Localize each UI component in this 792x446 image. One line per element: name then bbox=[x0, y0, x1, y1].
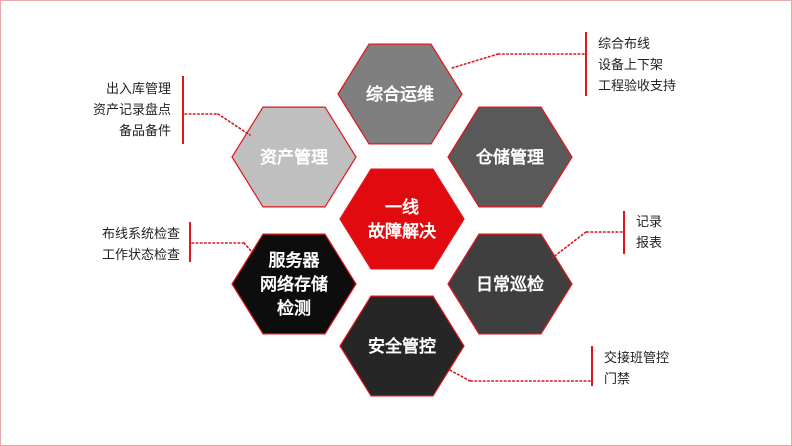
hexagon-security: 安全管控 bbox=[339, 295, 465, 397]
annotation-server-item: 工作状态检查 bbox=[101, 248, 180, 263]
leader-line-asset bbox=[217, 113, 251, 136]
annotation-asset-item: 资产记录盘点 bbox=[92, 103, 171, 118]
annotation-comprehensive-item: 工程验收支持 bbox=[598, 79, 677, 94]
annotation-patrol-item: 记录 bbox=[636, 215, 663, 230]
annotation-asset-item: 备品备件 bbox=[118, 124, 171, 139]
hexagon-label: 服务器 bbox=[269, 250, 321, 271]
hexagon-server: 服务器网络存储检测 bbox=[231, 233, 357, 335]
hexagon-shape bbox=[339, 168, 465, 270]
leader-line-security bbox=[447, 368, 471, 382]
hexagon-label: 日常巡检 bbox=[476, 274, 544, 295]
annotation-security-item: 门禁 bbox=[604, 372, 631, 387]
annotation-server-item: 布线系统检查 bbox=[101, 227, 180, 242]
hexagon-frontline: 一线故障解决 bbox=[339, 168, 465, 270]
annotation-asset: 出入库管理 资产记录盘点 备品备件 bbox=[40, 79, 171, 142]
leader-line-patrol bbox=[551, 231, 587, 259]
leader-line-server bbox=[243, 242, 253, 253]
hexagon-comprehensive: 综合运维 bbox=[337, 43, 463, 145]
hexagon-label: 网络存储 bbox=[260, 274, 328, 295]
hexagon-patrol: 日常巡检 bbox=[447, 233, 573, 335]
annotation-server: 布线系统检查 工作状态检查 bbox=[40, 224, 180, 266]
annotation-security-item: 交接班管控 bbox=[604, 351, 670, 366]
hexagon-storage: 仓储管理 bbox=[447, 106, 573, 208]
hexagon-label: 检测 bbox=[277, 298, 311, 319]
hexagon-asset: 资产管理 bbox=[231, 106, 357, 208]
leader-line-comprehensive bbox=[451, 53, 499, 69]
annotation-comprehensive-item: 设备上下架 bbox=[598, 58, 664, 73]
annotation-patrol-item: 报表 bbox=[636, 236, 663, 251]
annotation-comprehensive: 综合布线 设备上下架 工程验收支持 bbox=[598, 34, 718, 97]
hexagon-label: 故障解决 bbox=[368, 221, 437, 242]
annotation-patrol: 记录 报表 bbox=[636, 212, 716, 254]
hexagon-label: 仓储管理 bbox=[475, 147, 544, 168]
annotation-comprehensive-item: 综合布线 bbox=[598, 37, 651, 52]
hexagon-label: 资产管理 bbox=[260, 147, 328, 168]
annotation-asset-item: 出入库管理 bbox=[105, 82, 171, 97]
hexagon-label: 一线 bbox=[385, 197, 419, 218]
annotation-security: 交接班管控 门禁 bbox=[604, 348, 714, 390]
hexagon-label: 综合运维 bbox=[366, 84, 434, 105]
hexagon-label: 安全管控 bbox=[368, 336, 436, 357]
